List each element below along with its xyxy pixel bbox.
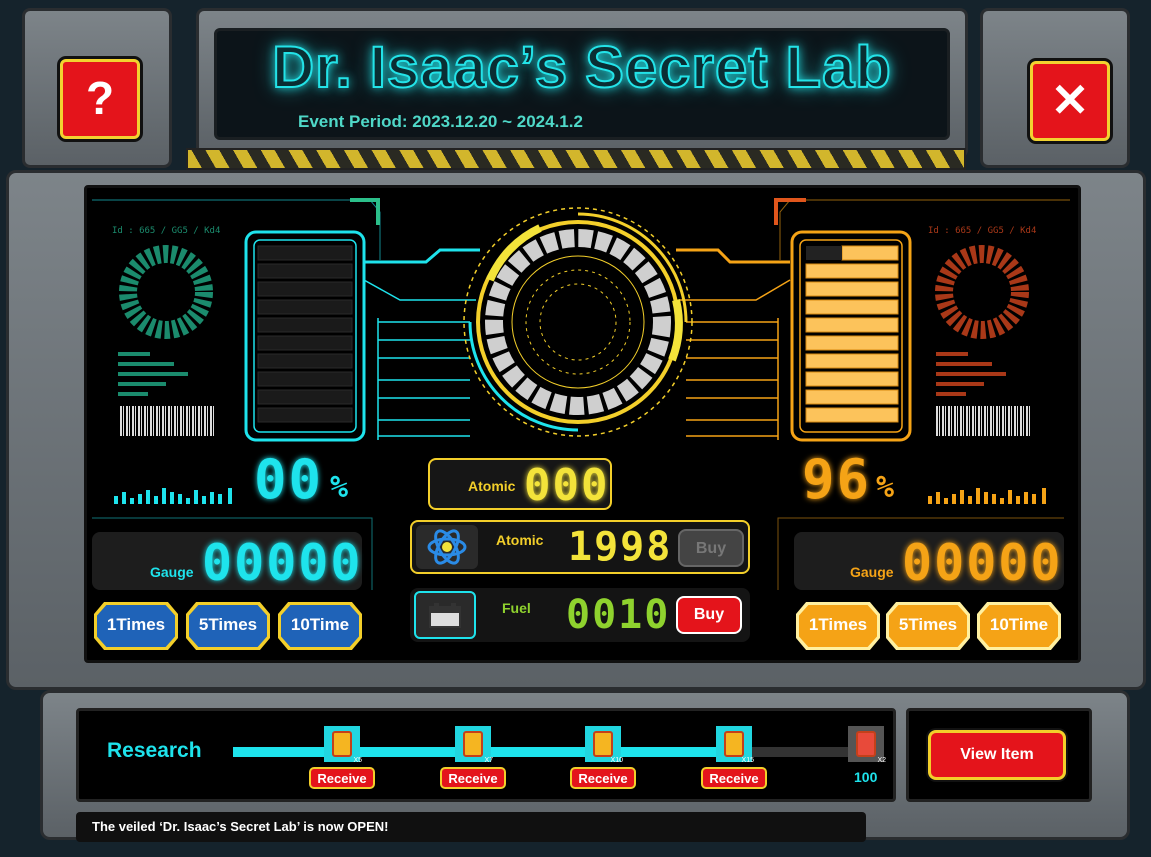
right-10time-button[interactable]: 10Time [977,602,1061,650]
reward-qty: X2 [877,757,886,764]
right-gauge-panel: Gauge 00000 [794,532,1064,592]
atomic-resource-value: 1998 [568,524,673,570]
reward-qty: X5 [353,757,362,764]
right-id-text: Id : 665 / GG5 / Kd4 [928,226,1037,236]
receive-button-3[interactable]: Receive [570,767,636,789]
button-label: 5Times [198,615,258,634]
left-10time-button[interactable]: 10Time [278,602,362,650]
left-gauge-value: 00000 [202,534,363,592]
right-gauge-label: Gauge [850,564,894,580]
reward-qty: X15 [741,757,754,764]
left-1times-button[interactable]: 1Times [94,602,178,650]
fuel-resource-row: Fuel 0010 Buy [410,588,750,642]
left-ring [119,245,213,339]
left-id-text: Id : 665 / GG5 / Kd4 [112,226,221,236]
button-label: 1Times [808,615,868,634]
button-label: 10Time [290,615,350,634]
reactor-core [463,207,693,437]
atomic-counter-label: Atomic [468,478,516,494]
receive-button-4[interactable]: Receive [701,767,767,789]
atomic-counter-value: 000 [524,460,610,511]
atom-icon [416,525,478,569]
reward-item-3: X10 [585,726,623,764]
reward-qty: X10 [610,757,623,764]
fuel-value: 0010 [566,592,671,638]
atomic-counter-panel: Atomic 000 [428,458,612,511]
notice-bar: The veiled ‘Dr. Isaac’s Secret Lab’ is n… [76,812,866,842]
battery-icon [414,591,476,639]
view-item-button[interactable]: View Item [928,730,1066,780]
receive-button-2[interactable]: Receive [440,767,506,789]
reward-item-4: X15 [716,726,754,764]
right-5times-button[interactable]: 5Times [886,602,970,650]
research-label: Research [107,739,202,762]
reward-item-1: X5 [324,726,362,764]
fuel-label: Fuel [502,600,531,616]
fuel-buy-button[interactable]: Buy [676,596,742,634]
left-percent: 00 [254,448,324,511]
left-gauge-label: Gauge [150,564,194,580]
button-label: 10Time [989,615,1049,634]
right-1times-button[interactable]: 1Times [796,602,880,650]
right-gauge-value: 00000 [902,534,1063,592]
right-percent-sign: % [876,470,897,505]
reward-item-2: X7 [455,726,493,764]
left-gauge-panel: Gauge 00000 [92,532,363,592]
button-label: 1Times [106,615,166,634]
button-label: 5Times [898,615,958,634]
atomic-buy-button[interactable]: Buy [678,529,744,567]
atomic-resource-label: Atomic [496,532,544,548]
atomic-resource-row: Atomic 1998 Buy [410,520,750,574]
reward-item-5: X2 [848,726,886,764]
reward-points: 100 [854,769,878,785]
left-percent-sign: % [330,470,351,505]
reward-qty: X7 [484,757,493,764]
right-percent: 96 [802,448,872,511]
right-ring [935,245,1029,339]
receive-button-1[interactable]: Receive [309,767,375,789]
left-5times-button[interactable]: 5Times [186,602,270,650]
